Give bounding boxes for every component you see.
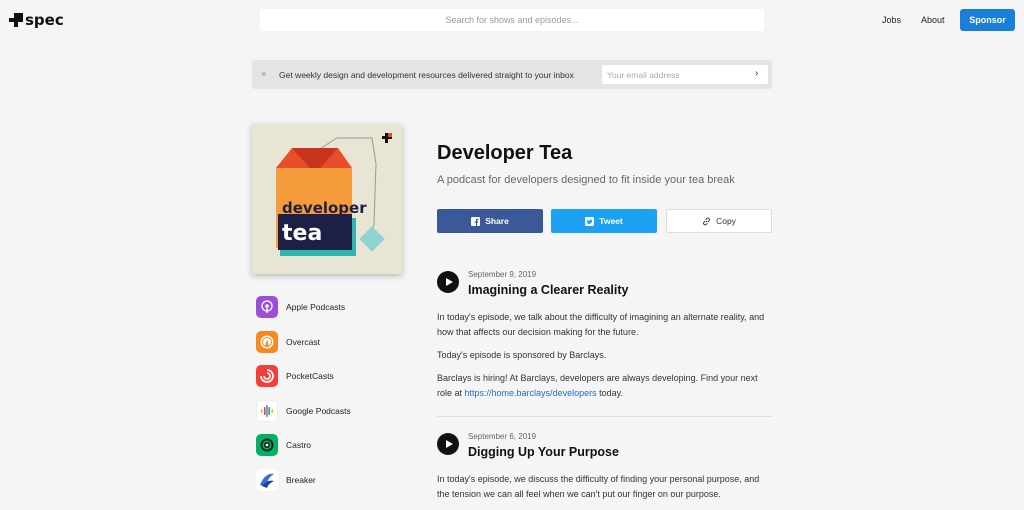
- apple-podcasts-icon: [256, 296, 278, 318]
- barclays-link[interactable]: https://home.barclays/developers: [465, 388, 597, 398]
- twitter-share-label: Tweet: [599, 216, 623, 226]
- cover-artwork-illustration: developer tea: [252, 124, 402, 274]
- nav-jobs-link[interactable]: Jobs: [882, 15, 901, 25]
- podcast-cover-art: developer tea: [252, 124, 402, 274]
- castro-icon: [256, 434, 278, 456]
- app-link-apple-podcasts[interactable]: Apple Podcasts: [256, 296, 351, 318]
- site-header: spec Jobs About Sponsor: [0, 0, 1024, 40]
- logo-text: spec: [25, 11, 64, 29]
- episode-text: today.: [596, 388, 623, 398]
- episode-title[interactable]: Digging Up Your Purpose: [468, 445, 619, 459]
- pocketcasts-icon: [256, 365, 278, 387]
- facebook-share-label: Share: [485, 216, 509, 226]
- podcast-apps-list: Apple Podcasts Overcast PocketCasts Goog…: [256, 296, 351, 503]
- sponsor-button[interactable]: Sponsor: [960, 9, 1015, 31]
- app-label: Apple Podcasts: [286, 302, 346, 312]
- episode-paragraph: In today's episode, we talk about the di…: [437, 312, 765, 337]
- episode-description: In today's episode, we talk about the di…: [437, 310, 772, 409]
- episode-divider: [437, 416, 772, 417]
- episode-title[interactable]: Imagining a Clearer Reality: [468, 283, 628, 297]
- spec-logo[interactable]: spec: [9, 11, 64, 29]
- episode-paragraph: Today's episode is sponsored by Barclays…: [437, 350, 607, 360]
- cover-text-developer: developer: [282, 199, 367, 217]
- app-link-google-podcasts[interactable]: Google Podcasts: [256, 399, 351, 422]
- app-link-overcast[interactable]: Overcast: [256, 330, 351, 353]
- podcast-title: Developer Tea: [437, 142, 573, 164]
- app-label: PocketCasts: [286, 371, 334, 381]
- copy-label: Copy: [716, 216, 736, 226]
- app-link-castro[interactable]: Castro: [256, 434, 351, 456]
- app-link-pocketcasts[interactable]: PocketCasts: [256, 365, 351, 387]
- cover-text-tea: tea: [282, 221, 322, 246]
- overcast-icon: [256, 330, 278, 353]
- close-icon[interactable]: ×: [261, 69, 266, 79]
- play-icon[interactable]: [437, 433, 459, 455]
- app-link-breaker[interactable]: Breaker: [256, 468, 351, 491]
- chevron-right-icon[interactable]: ›: [755, 69, 758, 79]
- podcast-description: A podcast for developers designed to fit…: [437, 174, 735, 186]
- newsletter-text: Get weekly design and development resour…: [279, 70, 574, 80]
- episode-date: September 6, 2019: [468, 432, 537, 441]
- episode-paragraph: In today's episode, we discuss the diffi…: [437, 474, 760, 499]
- nav-about-link[interactable]: About: [921, 15, 945, 25]
- email-field[interactable]: [602, 65, 768, 84]
- newsletter-banner: × Get weekly design and development reso…: [252, 60, 772, 89]
- play-icon[interactable]: [437, 271, 459, 293]
- copy-link-button[interactable]: Copy: [666, 209, 772, 233]
- facebook-icon: [471, 216, 481, 226]
- twitter-share-button[interactable]: Tweet: [551, 209, 657, 233]
- link-icon: [703, 217, 710, 225]
- app-label: Google Podcasts: [286, 405, 351, 416]
- app-label: Breaker: [286, 474, 316, 485]
- spec-plus-logo-icon: [9, 13, 23, 27]
- breaker-icon: [256, 468, 278, 491]
- search-input[interactable]: [260, 9, 764, 31]
- episode-date: September 9, 2019: [468, 270, 537, 279]
- episode-description: In today's episode, we discuss the diffi…: [437, 472, 772, 510]
- app-label: Overcast: [286, 336, 321, 347]
- app-label: Castro: [286, 440, 312, 450]
- facebook-share-button[interactable]: Share: [437, 209, 543, 233]
- google-podcasts-icon: [256, 399, 278, 422]
- episode-paragraph: Barclays is hiring! At Barclays, develop…: [437, 371, 772, 401]
- twitter-icon: [585, 216, 595, 226]
